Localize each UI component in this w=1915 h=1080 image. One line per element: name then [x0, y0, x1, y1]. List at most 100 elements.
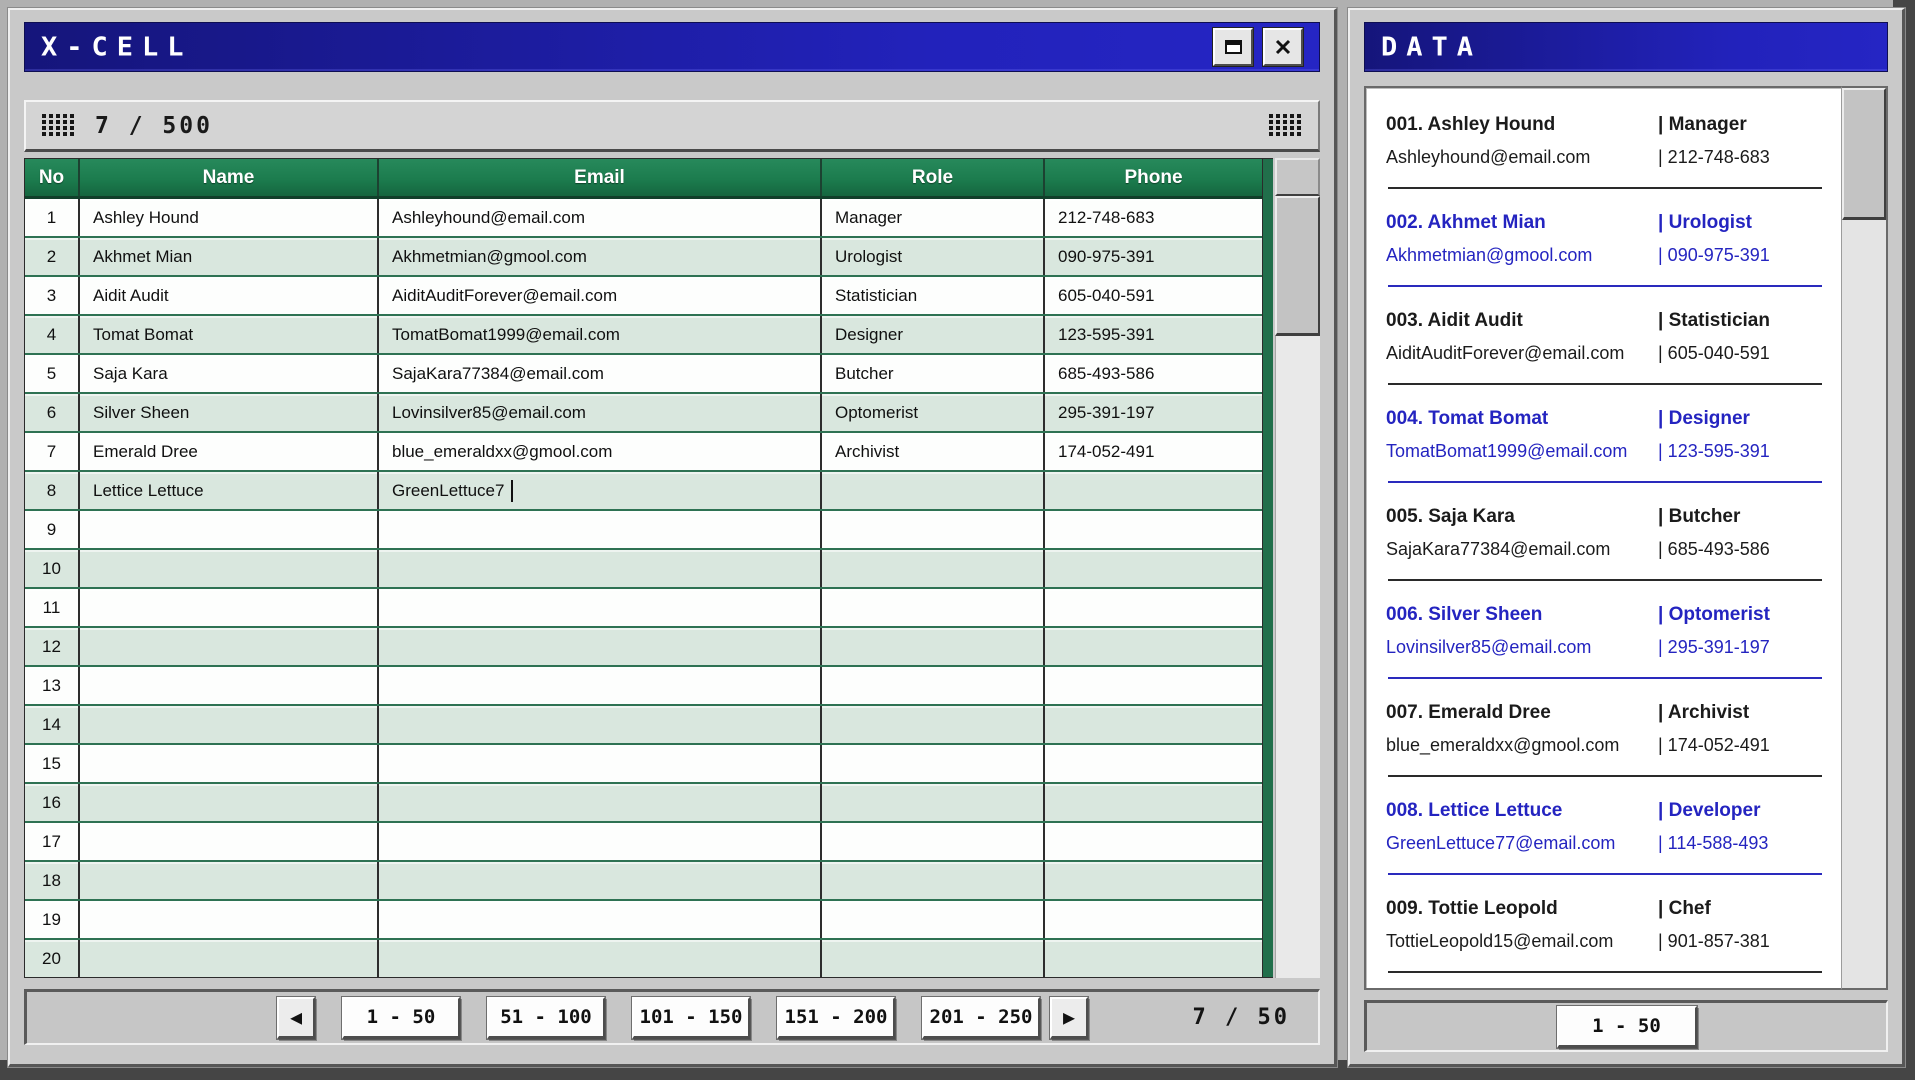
name-cell[interactable] [80, 511, 379, 548]
role-cell[interactable] [822, 550, 1045, 587]
phone-cell[interactable] [1045, 472, 1262, 509]
phone-cell[interactable] [1045, 745, 1262, 782]
row-number-cell[interactable]: 16 [25, 784, 80, 821]
maximize-button[interactable] [1213, 28, 1253, 66]
phone-cell[interactable]: 174-052-491 [1045, 433, 1262, 470]
role-cell[interactable] [822, 901, 1045, 938]
table-row[interactable]: 4Tomat BomatTomatBomat1999@email.comDesi… [25, 316, 1262, 355]
list-item[interactable]: 005. Saja Kara| ButcherSajaKara77384@ema… [1386, 504, 1826, 581]
phone-cell[interactable] [1045, 940, 1262, 977]
phone-cell[interactable]: 685-493-586 [1045, 355, 1262, 392]
email-cell[interactable] [379, 511, 822, 548]
list-item[interactable]: 003. Aidit Audit| StatisticianAiditAudit… [1386, 308, 1826, 385]
column-header-name[interactable]: Name [80, 159, 379, 196]
name-cell[interactable] [80, 589, 379, 626]
row-number-cell[interactable]: 10 [25, 550, 80, 587]
role-cell[interactable] [822, 667, 1045, 704]
data-page-button[interactable]: 1 - 50 [1557, 1006, 1697, 1048]
name-cell[interactable] [80, 628, 379, 665]
role-cell[interactable] [822, 511, 1045, 548]
row-number-cell[interactable]: 2 [25, 238, 80, 275]
table-scrollbar-thumb[interactable] [1275, 196, 1320, 336]
data-scrollbar-thumb[interactable] [1842, 88, 1886, 220]
table-row[interactable]: 10 [25, 550, 1262, 589]
role-cell[interactable] [822, 784, 1045, 821]
name-cell[interactable] [80, 667, 379, 704]
phone-cell[interactable]: 212-748-683 [1045, 199, 1262, 236]
email-cell[interactable]: GreenLettuce7 [379, 472, 822, 509]
phone-cell[interactable]: 123-595-391 [1045, 316, 1262, 353]
email-cell[interactable] [379, 667, 822, 704]
table-row[interactable]: 12 [25, 628, 1262, 667]
column-header-email[interactable]: Email [379, 159, 822, 196]
email-cell[interactable] [379, 706, 822, 743]
email-cell[interactable] [379, 784, 822, 821]
drag-handle-icon-right[interactable] [1269, 114, 1302, 137]
email-cell[interactable]: Ashleyhound@email.com [379, 199, 822, 236]
table-row[interactable]: 13 [25, 667, 1262, 706]
column-header-phone[interactable]: Phone [1045, 159, 1262, 196]
name-cell[interactable]: Aidit Audit [80, 277, 379, 314]
table-row[interactable]: 11 [25, 589, 1262, 628]
row-number-cell[interactable]: 7 [25, 433, 80, 470]
table-row[interactable]: 17 [25, 823, 1262, 862]
role-cell[interactable] [822, 706, 1045, 743]
row-number-cell[interactable]: 17 [25, 823, 80, 860]
list-item[interactable]: 004. Tomat Bomat| DesignerTomatBomat1999… [1386, 406, 1826, 483]
email-cell[interactable]: SajaKara77384@email.com [379, 355, 822, 392]
close-button[interactable] [1263, 28, 1303, 66]
email-cell[interactable] [379, 823, 822, 860]
phone-cell[interactable] [1045, 511, 1262, 548]
row-number-cell[interactable]: 18 [25, 862, 80, 899]
data-titlebar[interactable]: DATA [1364, 22, 1888, 72]
name-cell[interactable] [80, 823, 379, 860]
role-cell[interactable]: Butcher [822, 355, 1045, 392]
table-row[interactable]: 18 [25, 862, 1262, 901]
email-cell[interactable] [379, 901, 822, 938]
name-cell[interactable] [80, 940, 379, 977]
phone-cell[interactable] [1045, 667, 1262, 704]
row-number-cell[interactable]: 9 [25, 511, 80, 548]
table-row[interactable]: 20 [25, 940, 1262, 977]
phone-cell[interactable] [1045, 550, 1262, 587]
email-cell[interactable] [379, 628, 822, 665]
table-row[interactable]: 7Emerald Dreeblue_emeraldxx@gmool.comArc… [25, 433, 1262, 472]
page-range-button[interactable]: 201 - 250 [922, 997, 1040, 1039]
phone-cell[interactable] [1045, 823, 1262, 860]
name-cell[interactable]: Saja Kara [80, 355, 379, 392]
page-range-button[interactable]: 151 - 200 [777, 997, 895, 1039]
prev-page-button[interactable]: ◀ [277, 997, 315, 1039]
list-item[interactable]: 009. Tottie Leopold| ChefTottieLeopold15… [1386, 896, 1826, 973]
name-cell[interactable]: Ashley Hound [80, 199, 379, 236]
email-cell[interactable]: Lovinsilver85@email.com [379, 394, 822, 431]
row-number-cell[interactable]: 13 [25, 667, 80, 704]
phone-cell[interactable] [1045, 589, 1262, 626]
list-item[interactable]: 001. Ashley Hound| ManagerAshleyhound@em… [1386, 112, 1826, 189]
row-number-cell[interactable]: 3 [25, 277, 80, 314]
column-header-no[interactable]: No [25, 159, 80, 196]
email-cell[interactable] [379, 745, 822, 782]
role-cell[interactable] [822, 472, 1045, 509]
table-row[interactable]: 3Aidit AuditAiditAuditForever@email.comS… [25, 277, 1262, 316]
name-cell[interactable]: Silver Sheen [80, 394, 379, 431]
name-cell[interactable]: Lettice Lettuce [80, 472, 379, 509]
name-cell[interactable] [80, 901, 379, 938]
row-number-cell[interactable]: 4 [25, 316, 80, 353]
table-row[interactable]: 6Silver SheenLovinsilver85@email.comOpto… [25, 394, 1262, 433]
name-cell[interactable] [80, 706, 379, 743]
name-cell[interactable]: Emerald Dree [80, 433, 379, 470]
row-number-cell[interactable]: 1 [25, 199, 80, 236]
row-number-cell[interactable]: 14 [25, 706, 80, 743]
phone-cell[interactable] [1045, 628, 1262, 665]
role-cell[interactable] [822, 745, 1045, 782]
table-row[interactable]: 15 [25, 745, 1262, 784]
row-number-cell[interactable]: 8 [25, 472, 80, 509]
phone-cell[interactable] [1045, 862, 1262, 899]
email-cell[interactable] [379, 862, 822, 899]
xcell-titlebar[interactable]: X-CELL [24, 22, 1320, 72]
phone-cell[interactable]: 090-975-391 [1045, 238, 1262, 275]
name-cell[interactable]: Tomat Bomat [80, 316, 379, 353]
name-cell[interactable] [80, 784, 379, 821]
role-cell[interactable]: Urologist [822, 238, 1045, 275]
role-cell[interactable]: Optomerist [822, 394, 1045, 431]
